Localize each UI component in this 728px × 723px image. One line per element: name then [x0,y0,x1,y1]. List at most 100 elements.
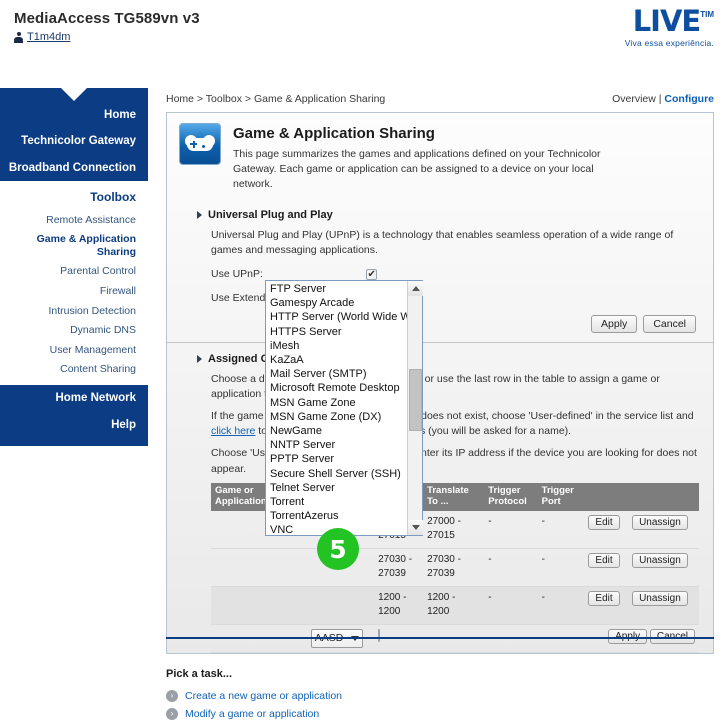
table-row: 1200 - 1200 1200 - 1200 - - Edit Unassig… [211,586,699,625]
edit-button[interactable]: Edit [588,552,620,568]
cell-edit: Edit [584,586,629,625]
service-option[interactable]: Secure Shell Server (SSH) [266,467,407,481]
sidebar-item-intrusion-detection[interactable]: Intrusion Detection [0,301,148,321]
upnp-section-title[interactable]: Universal Plug and Play [197,209,699,221]
configure-link[interactable]: Configure [664,93,714,105]
task-item[interactable]: › Modify a game or application [166,705,714,723]
sidebar-item-technicolor-gateway[interactable]: Technicolor Gateway [0,128,148,154]
new-row-checkbox[interactable] [378,628,381,642]
col-translate-to: Translate To ... [423,482,485,511]
task-item[interactable]: › Create a new game or application [166,687,714,705]
scrollbar-thumb[interactable] [409,369,422,431]
cell-unassign: Unassign [628,586,699,625]
page-description: This page summarizes the games and appli… [233,148,601,191]
assigned-section: Assigned Games & Applications Choose a d… [167,353,713,653]
cell-unassign: Unassign [628,510,699,549]
service-option[interactable]: NNTP Server [266,438,407,452]
gamepad-icon [179,123,221,165]
col-edit [584,482,629,511]
expander-triangle-icon[interactable] [197,210,202,219]
task-create-game-link[interactable]: Create a new game or application [185,690,342,702]
logo-tm: TIM [700,10,714,19]
col-trigger-protocol: Trigger Protocol [484,482,538,511]
service-option[interactable]: Mail Server (SMTP) [266,367,407,381]
unassign-button[interactable]: Unassign [632,552,688,568]
sidebar-item-remote-assistance[interactable]: Remote Assistance [0,210,148,230]
service-dropdown-options[interactable]: FTP Server Gamespy Arcade HTTP Server (Wor… [266,281,407,535]
username-link[interactable]: T1m4dm [27,31,70,43]
task-modify-game-link[interactable]: Modify a game or application [185,708,319,720]
sidebar-item-home[interactable]: Home [0,102,148,128]
sidebar-item-dynamic-dns[interactable]: Dynamic DNS [0,321,148,341]
cell-trigger-protocol: - [484,548,538,587]
unassign-button[interactable]: Unassign [632,514,688,530]
sidebar-item-game-application-sharing[interactable]: Game & Application Sharing [0,230,148,262]
service-option[interactable]: TorrentAzerus [266,509,407,523]
breadcrumb-bar: Home > Toolbox > Game & Application Shar… [148,88,728,105]
tasks-title: Pick a task... [166,667,233,680]
expander-triangle-icon[interactable] [197,354,202,363]
service-option[interactable]: Microsoft Remote Desktop [266,381,407,395]
cell-port-range: 27030 - 27039 [374,548,424,587]
logo-tagline: Viva essa experiência. [624,37,714,48]
click-here-link[interactable]: click here [211,425,255,437]
main-panel: Game & Application Sharing This page sum… [166,112,714,654]
dropdown-scrollbar[interactable] [407,281,423,535]
content-area: Home > Toolbox > Game & Application Shar… [148,88,728,723]
service-option[interactable]: MSN Game Zone [266,396,407,410]
service-option[interactable]: NewGame [266,424,407,438]
service-option[interactable]: HTTPS Server [266,325,407,339]
overview-link[interactable]: Overview [612,93,656,105]
service-option[interactable]: Torrent [266,495,407,509]
edit-button[interactable]: Edit [588,590,620,606]
upnp-section: Universal Plug and Play Universal Plug a… [167,209,713,342]
cell-game [211,548,307,587]
product-title: MediaAccess TG589vn v3 [14,10,200,27]
service-dropdown-list[interactable]: FTP Server Gamespy Arcade HTTP Server (Wor… [265,280,423,536]
scroll-up-arrow-icon[interactable] [408,281,423,296]
section-divider [167,341,713,343]
service-option[interactable]: HTTP Server (World Wide Web) [266,310,407,324]
cell-unassign: Unassign [628,548,699,587]
cell-port-range: 1200 - 1200 [374,586,424,625]
sidebar-item-firewall[interactable]: Firewall [0,282,148,302]
sidebar-item-broadband-connection[interactable]: Broadband Connection [0,155,148,181]
service-option[interactable]: Telnet Server [266,481,407,495]
sidebar-toolbox-group: Toolbox Remote Assistance Game & Applica… [0,181,148,386]
service-option[interactable]: MSN Game Zone (DX) [266,410,407,424]
cell-game [211,586,307,625]
cell-trigger-port: - [537,510,585,549]
sidebar-item-home-network[interactable]: Home Network [0,385,148,411]
user-row[interactable]: T1m4dm [14,31,70,43]
service-option[interactable]: KaZaA [266,353,407,367]
col-trigger-port: Trigger Port [537,482,585,511]
edit-button[interactable]: Edit [588,514,620,530]
service-option[interactable]: iMesh [266,339,407,353]
chevron-right-icon: › [166,689,178,702]
breadcrumb: Home > Toolbox > Game & Application Shar… [166,93,386,105]
service-option[interactable]: FTP Server [266,282,407,296]
pick-a-task-section: Pick a task... › Create a new game or ap… [166,668,714,723]
use-upnp-checkbox[interactable] [366,268,377,282]
scroll-down-arrow-icon[interactable] [408,520,423,535]
sidebar-item-toolbox[interactable]: Toolbox [0,186,148,210]
service-option[interactable]: PPTP Server [266,452,407,466]
cell-translate-to: 1200 - 1200 [423,586,485,625]
upnp-title-label: Universal Plug and Play [208,208,333,221]
sidebar-item-help[interactable]: Help [0,412,148,438]
upnp-apply-button[interactable]: Apply [591,314,638,333]
sidebar-item-user-management[interactable]: User Management [0,340,148,360]
cell-trigger-protocol: - [484,510,538,549]
live-tim-logo: LIVE TIM Viva essa experiência. [624,7,714,48]
cell-edit: Edit [584,510,629,549]
service-option[interactable]: Gamespy Arcade [266,296,407,310]
cell-translate-to: 27000 - 27015 [423,510,485,549]
step-badge: 5 [317,528,359,570]
sidebar-item-parental-control[interactable]: Parental Control [0,262,148,282]
sidebar-item-content-sharing[interactable]: Content Sharing [0,360,148,380]
user-icon [14,31,23,43]
upnp-cancel-button[interactable]: Cancel [643,314,696,333]
unassign-button[interactable]: Unassign [632,590,688,606]
chevron-right-icon: › [166,707,178,720]
sidebar-top-group: Home Technicolor Gateway Broadband Conne… [0,88,148,181]
